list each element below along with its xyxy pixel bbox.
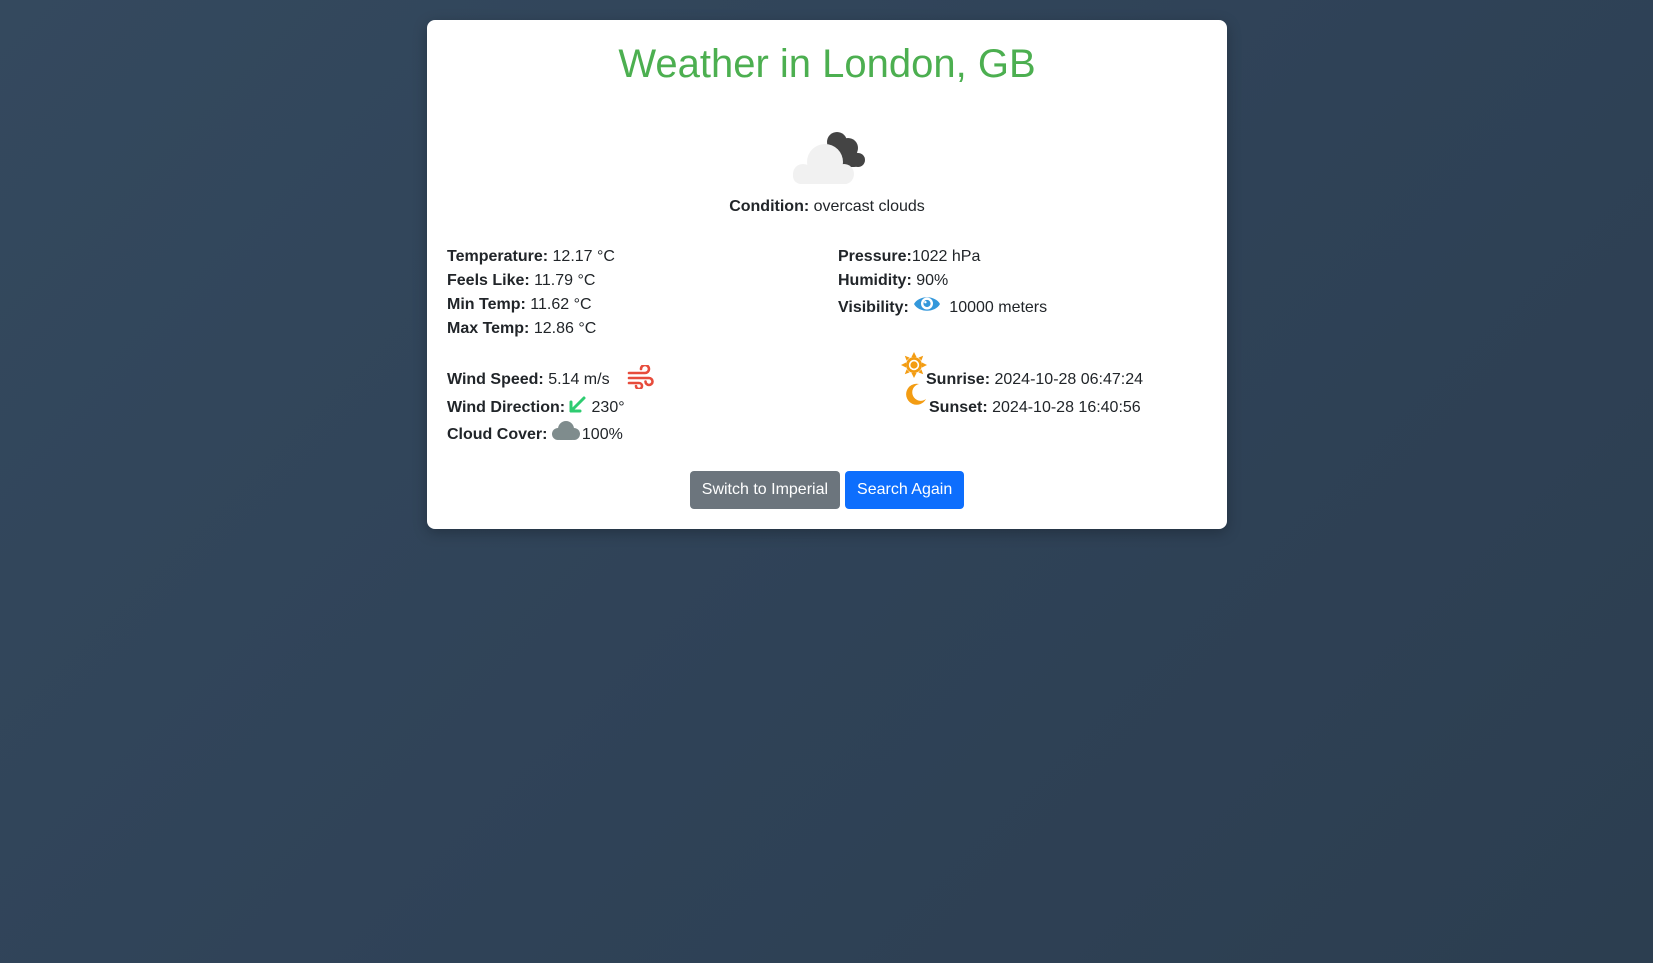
temperature-row: Temperature: 12.17 °C: [447, 247, 615, 267]
action-buttons: Switch to Imperial Search Again: [427, 471, 1227, 509]
cloud-cover-label: Cloud Cover:: [447, 426, 548, 443]
condition-value: overcast clouds: [813, 198, 925, 215]
humidity-value: 90%: [916, 272, 949, 289]
condition-row: Condition: overcast clouds: [427, 198, 1227, 216]
sunrise-label: Sunrise:: [926, 371, 991, 388]
page-title: Weather in London, GB: [618, 42, 1036, 86]
search-again-button[interactable]: Search Again: [845, 471, 965, 509]
humidity-row: Humidity: 90%: [838, 271, 948, 291]
condition-label: Condition:: [729, 198, 810, 215]
visibility-value: 10000 meters: [949, 299, 1048, 316]
arrow-down-left-icon: [569, 396, 586, 413]
sunset-row: Sunset: 2024-10-28 16:40:56: [929, 398, 1141, 418]
wind-direction-row: Wind Direction: 230°: [447, 398, 625, 418]
max-temp-label: Max Temp:: [447, 320, 530, 337]
feels-like-row: Feels Like: 11.79 °C: [447, 271, 595, 291]
min-temp-row: Min Temp: 11.62 °C: [447, 295, 592, 315]
min-temp-label: Min Temp:: [447, 296, 526, 313]
visibility-label: Visibility:: [838, 299, 909, 316]
pressure-label: Pressure:: [838, 248, 912, 265]
wind-speed-value: 5.14 m/s: [548, 371, 610, 388]
wind-direction-value: 230°: [591, 399, 625, 416]
sunrise-value: 2024-10-28 06:47:24: [994, 371, 1144, 388]
cloud-cover-row: Cloud Cover: 100%: [447, 425, 623, 445]
humidity-label: Humidity:: [838, 272, 912, 289]
cloud-cover-value: 100%: [581, 426, 623, 443]
temperature-value: 12.17 °C: [552, 248, 615, 265]
sunrise-row: Sunrise: 2024-10-28 06:47:24: [926, 370, 1143, 390]
sunset-label: Sunset:: [929, 399, 988, 416]
weather-card: Weather in London, GB Condition: overcas…: [427, 20, 1227, 529]
temperature-label: Temperature:: [447, 248, 549, 265]
cloud-icon: [552, 421, 580, 440]
switch-to-imperial-button[interactable]: Switch to Imperial: [689, 471, 841, 509]
pressure-row: Pressure:1022 hPa: [838, 247, 980, 267]
max-temp-row: Max Temp: 12.86 °C: [447, 319, 596, 339]
moon-icon: [906, 383, 926, 405]
max-temp-value: 12.86 °C: [533, 320, 597, 337]
sun-icon: [901, 352, 927, 378]
sunset-value: 2024-10-28 16:40:56: [992, 399, 1141, 416]
wind-speed-label: Wind Speed:: [447, 371, 544, 388]
min-temp-value: 11.62 °C: [530, 296, 592, 313]
eye-icon: [914, 297, 940, 311]
overcast-clouds-icon: [793, 132, 865, 184]
wind-icon: [627, 365, 654, 389]
visibility-row: Visibility: 10000 meters: [838, 298, 1047, 318]
pressure-value: 1022 hPa: [911, 248, 981, 265]
wind-direction-label: Wind Direction:: [447, 399, 566, 416]
feels-like-value: 11.79 °C: [534, 272, 596, 289]
wind-speed-row: Wind Speed: 5.14 m/s: [447, 370, 610, 390]
feels-like-label: Feels Like:: [447, 272, 530, 289]
